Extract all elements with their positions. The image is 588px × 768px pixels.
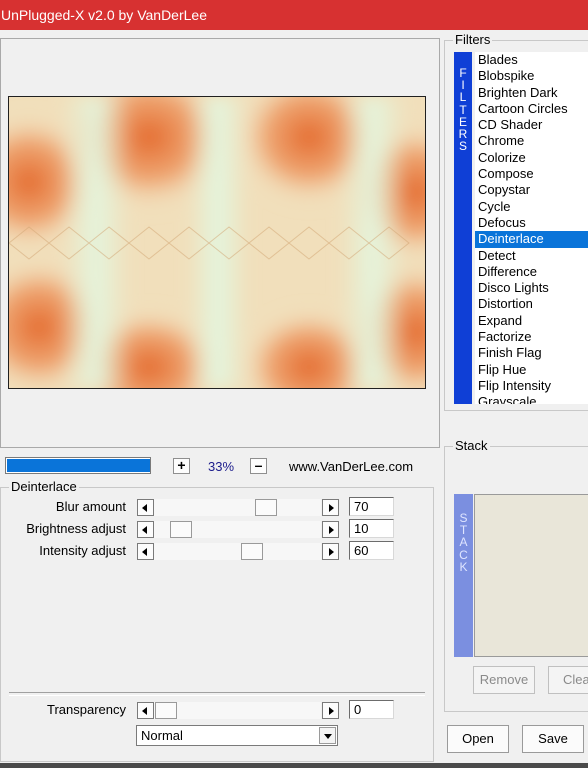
blend-mode-value: Normal	[141, 728, 183, 743]
transparency-thumb[interactable]	[155, 702, 177, 719]
window-title: UnPlugged-X v2.0 by VanDerLee	[1, 7, 207, 23]
blend-mode-select[interactable]: Normal	[136, 725, 338, 746]
zoom-out-button[interactable]: –	[250, 458, 267, 474]
open-button[interactable]: Open	[447, 725, 509, 753]
list-item[interactable]: Brighten Dark	[475, 85, 588, 101]
list-item[interactable]: Compose	[475, 166, 588, 182]
blur-amount-label: Blur amount	[55, 499, 126, 514]
stack-side-strip: STACK	[454, 494, 473, 657]
list-item[interactable]: Detect	[475, 248, 588, 264]
list-item[interactable]: Copystar	[475, 182, 588, 198]
transparency-increase-arrow[interactable]	[322, 702, 339, 719]
divider	[9, 692, 425, 696]
list-item[interactable]: Chrome	[475, 133, 588, 149]
list-item[interactable]: Blades	[475, 52, 588, 68]
list-item[interactable]: Grayscale	[475, 394, 588, 404]
stack-side-label: STACK	[459, 511, 468, 574]
deinterlace-group-title: Deinterlace	[9, 479, 79, 494]
transparency-value[interactable]: 0	[349, 700, 394, 719]
blur-amount-thumb[interactable]	[255, 499, 277, 516]
intensity-adjust-decrease-arrow[interactable]	[137, 543, 154, 560]
list-item[interactable]: Cycle	[475, 199, 588, 215]
title-bar: UnPlugged-X v2.0 by VanDerLee	[0, 0, 588, 30]
zoom-in-button[interactable]: +	[173, 458, 190, 474]
intensity-adjust-value[interactable]: 60	[349, 541, 394, 560]
progress-fill	[7, 459, 150, 472]
list-item[interactable]: Difference	[475, 264, 588, 280]
preview-artwork	[9, 97, 425, 388]
list-item[interactable]: Finish Flag	[475, 345, 588, 361]
filters-group-title: Filters	[453, 32, 493, 47]
transparency-decrease-arrow[interactable]	[137, 702, 154, 719]
filters-list[interactable]: Blades Blobspike Brighten Dark Cartoon C…	[475, 52, 588, 404]
list-item[interactable]: Disco Lights	[475, 280, 588, 296]
window-bottom-edge	[0, 763, 588, 768]
blur-amount-increase-arrow[interactable]	[322, 499, 339, 516]
list-item[interactable]: Cartoon Circles	[475, 101, 588, 117]
stack-group-title: Stack	[453, 438, 490, 453]
brightness-adjust-thumb[interactable]	[170, 521, 192, 538]
intensity-adjust-thumb[interactable]	[241, 543, 263, 560]
blur-amount-track[interactable]	[154, 499, 321, 516]
list-item[interactable]: Colorize	[475, 150, 588, 166]
list-item[interactable]: Factorize	[475, 329, 588, 345]
progress-bar	[5, 457, 151, 474]
list-item[interactable]: Expand	[475, 313, 588, 329]
list-item-selected[interactable]: Deinterlace	[475, 231, 588, 248]
brightness-adjust-increase-arrow[interactable]	[322, 521, 339, 538]
list-item[interactable]: Flip Intensity	[475, 378, 588, 394]
list-item[interactable]: Defocus	[475, 215, 588, 231]
brightness-adjust-value[interactable]: 10	[349, 519, 394, 538]
website-link[interactable]: www.VanDerLee.com	[289, 458, 413, 475]
chevron-down-icon[interactable]	[319, 727, 336, 744]
list-item[interactable]: Blobspike	[475, 68, 588, 84]
intensity-adjust-increase-arrow[interactable]	[322, 543, 339, 560]
preview-image[interactable]	[8, 96, 426, 389]
list-item[interactable]: Flip Hue	[475, 362, 588, 378]
transparency-track[interactable]	[154, 702, 321, 719]
blur-amount-value[interactable]: 70	[349, 497, 394, 516]
list-item[interactable]: Distortion	[475, 296, 588, 312]
filters-side-strip: FILTERS	[454, 52, 472, 404]
filters-side-label: FILTERS	[458, 66, 468, 154]
list-item[interactable]: CD Shader	[475, 117, 588, 133]
remove-button[interactable]: Remove	[473, 666, 535, 694]
brightness-adjust-decrease-arrow[interactable]	[137, 521, 154, 538]
zoom-level: 33%	[208, 459, 235, 474]
intensity-adjust-label: Intensity adjust	[39, 543, 126, 558]
clear-button[interactable]: Clea	[548, 666, 588, 694]
stack-list[interactable]	[474, 494, 588, 657]
brightness-adjust-label: Brightness adjust	[26, 521, 126, 536]
transparency-label: Transparency	[47, 702, 126, 717]
save-button[interactable]: Save	[522, 725, 584, 753]
intensity-adjust-track[interactable]	[154, 543, 321, 560]
blur-amount-decrease-arrow[interactable]	[137, 499, 154, 516]
